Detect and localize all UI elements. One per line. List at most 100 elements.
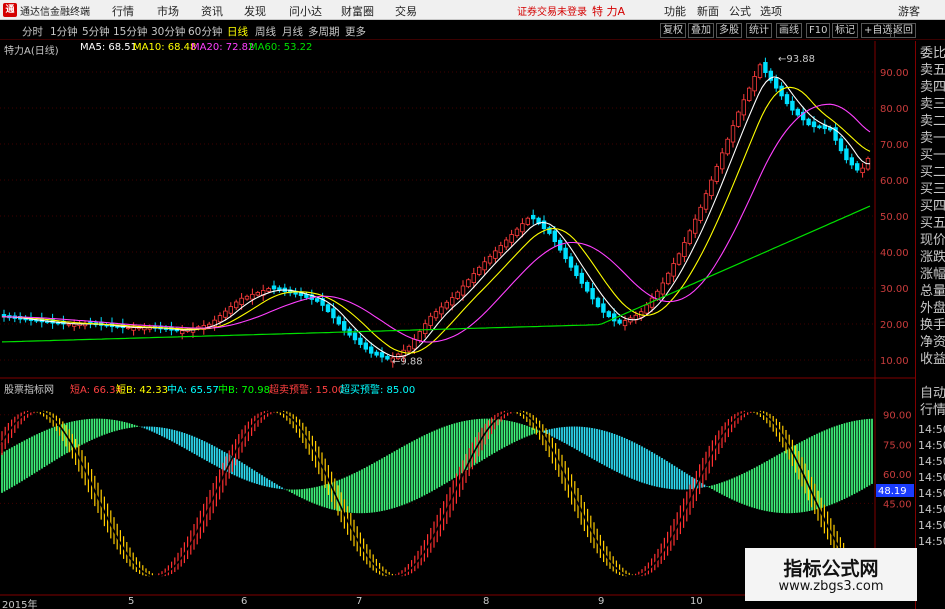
candle-body [784, 94, 790, 105]
candle-body [385, 355, 390, 360]
candle-body [790, 100, 795, 111]
tick-time: 14:50 [918, 503, 945, 516]
ma60-label: MA60: 53.22 [249, 42, 313, 53]
candle-body [466, 279, 471, 288]
candle-body [568, 256, 574, 268]
sidebar-item: 买三 [920, 182, 945, 197]
candle-body [617, 319, 622, 324]
sidebar-item: 卖四 [920, 80, 945, 95]
candle-body [531, 214, 536, 220]
candle-body [368, 346, 374, 354]
kline-chart[interactable]: 90.00 80.00 70.00 60.00 50.00 40.00 30.00 20.00… [0, 0, 945, 609]
candle-body [860, 167, 865, 174]
candle-body [493, 250, 498, 259]
candle-body [503, 239, 509, 248]
x-tick: 10 [690, 596, 703, 607]
candle-body [703, 193, 709, 210]
stock-title: 特力A(日线) [4, 46, 59, 57]
price-tick: 60.00 [880, 176, 909, 187]
candle-body [233, 301, 239, 309]
candle-body [676, 253, 682, 265]
candle-body [709, 179, 714, 197]
candle-body [471, 273, 476, 283]
price-tick: 20.00 [880, 320, 909, 331]
candle-body [352, 332, 358, 341]
indicator-legend: 股票指标网 短A: 66.34 短B: 42.33 中A: 65.57 中B: … [0, 380, 875, 396]
candle-body [244, 295, 250, 300]
price-tick: 80.00 [880, 104, 909, 115]
price-tick: 40.00 [880, 248, 909, 259]
sidebar-item: 买五 [920, 216, 945, 231]
sidebar-item: 净资 [920, 335, 945, 350]
candle-body [325, 304, 331, 313]
tick-time: 14:50 [918, 487, 945, 500]
candle-body [131, 327, 136, 331]
candle-body [720, 152, 725, 170]
candle-body [774, 78, 779, 89]
candle-body [579, 272, 584, 284]
candle-body [482, 261, 487, 271]
candle-body [687, 230, 692, 244]
candle-body [422, 323, 428, 334]
candle-body [757, 64, 763, 78]
ind-tick: 75.00 [883, 440, 912, 451]
sidebar-item: 卖一 [920, 131, 945, 146]
x-tick: 2015年 [2, 600, 38, 609]
mid-b-label: 中B: 70.98 [218, 385, 271, 396]
sidebar-item: 卖三 [920, 97, 945, 112]
candle-body [498, 245, 503, 254]
candle-body [585, 281, 590, 292]
watermark-title: 指标公式网 [783, 558, 879, 580]
candle-body [811, 121, 817, 128]
candle-body [752, 76, 757, 92]
sidebar-item: 委比 [920, 46, 945, 61]
candle-body [725, 138, 730, 155]
candle-body [460, 285, 466, 296]
value-badge-text: 48.19 [878, 486, 907, 497]
ma5-label: MA5: 68.51 [80, 42, 138, 53]
candle-body [271, 285, 277, 290]
site-watermark: 指标公式网 www.zbgs3.com [745, 548, 917, 601]
tick-time: 14:50 [918, 455, 945, 468]
candle-body [563, 247, 568, 260]
candle-body [693, 218, 698, 234]
sidebar-quotes[interactable]: 行情 [920, 402, 945, 419]
indicator-name[interactable]: 股票指标网 [4, 381, 54, 396]
candle-body [741, 99, 746, 116]
candle-body [574, 265, 579, 277]
candle-body [520, 223, 525, 233]
low-annotation: ←9.88 [392, 356, 423, 367]
candle-body [514, 228, 520, 237]
candle-body [660, 282, 665, 295]
candle-body [250, 293, 255, 300]
candle-body [266, 288, 271, 292]
tick-time: 14:50 [918, 423, 945, 436]
candle-body [476, 266, 482, 275]
x-tick: 5 [128, 596, 135, 607]
tick-time: 14:50 [918, 535, 945, 548]
candle-body [255, 291, 260, 296]
x-tick: 6 [241, 596, 248, 607]
candle-body [228, 306, 233, 314]
candle-body [622, 320, 628, 327]
oversold-label: 超卖预警: 15.00 [269, 385, 345, 396]
candle-body [855, 163, 860, 171]
candle-body [449, 297, 455, 306]
tick-time: 14:50 [918, 471, 945, 484]
price-tick: 90.00 [880, 68, 909, 79]
candle-body [428, 315, 433, 326]
high-annotation: ←93.88 [778, 54, 815, 65]
candle-body [682, 242, 687, 257]
sidebar-item: 涨幅 [920, 267, 945, 282]
candle-body [363, 342, 368, 350]
price-tick: 30.00 [880, 284, 909, 295]
candle-body [223, 310, 228, 318]
sidebar-item: 买四 [920, 199, 945, 214]
candle-body [655, 290, 660, 300]
candle-body [341, 321, 347, 331]
sidebar-auto[interactable]: 自动 [920, 385, 945, 402]
candle-body [730, 125, 736, 143]
candle-body [525, 217, 530, 225]
candle-body [126, 327, 131, 330]
candle-body [806, 118, 811, 126]
